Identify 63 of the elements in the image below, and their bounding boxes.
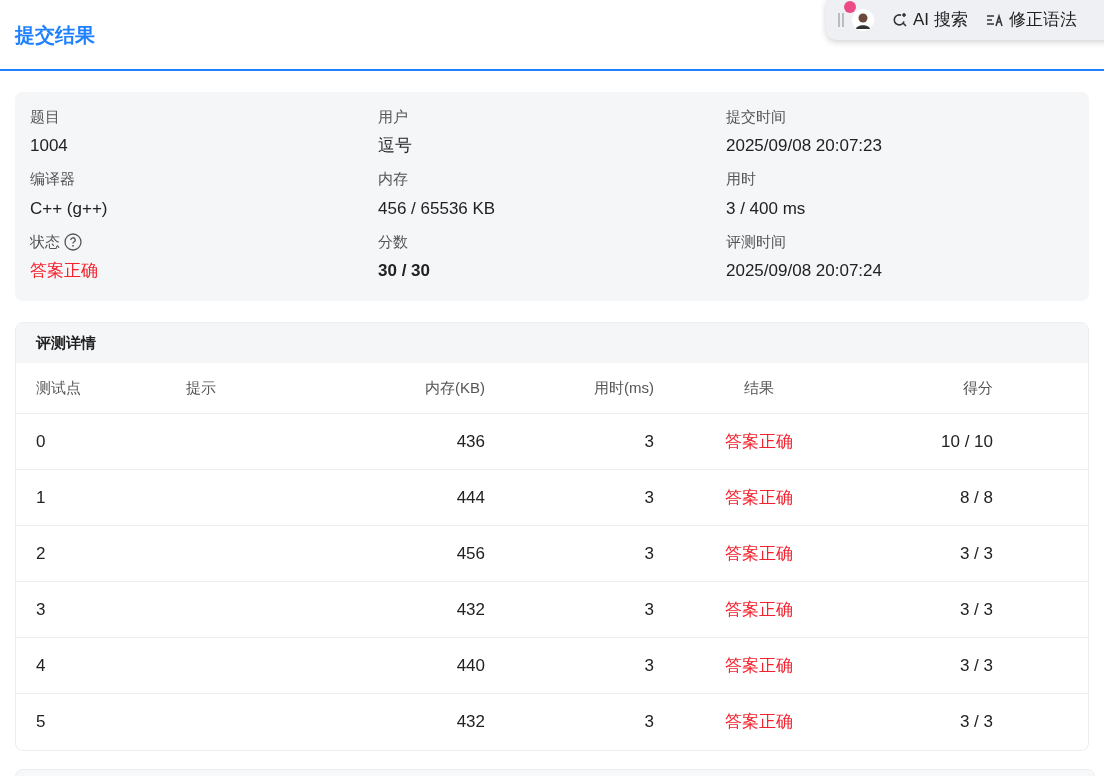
result-text: 答案正确 (725, 655, 793, 675)
table-cell: 3 / 3 (959, 543, 993, 563)
field-label: 分数 (378, 232, 408, 253)
column-header: 提示 (186, 379, 216, 396)
field-label: 状态 (30, 232, 60, 253)
field-label: 用时 (726, 169, 756, 190)
field-value: 2025/09/08 20:07:24 (726, 260, 883, 283)
table-cell: 432 (456, 599, 485, 619)
column-header: 得分 (963, 379, 993, 396)
result-text: 答案正确 (725, 431, 793, 451)
field-value: 答案正确 (30, 260, 99, 283)
result-text: 答案正确 (725, 712, 793, 732)
table-cell: 3 / 3 (959, 599, 993, 619)
table-cell: 3 / 3 (959, 655, 993, 675)
table-cell: 3 (644, 599, 654, 619)
field-value: 1004 (30, 135, 69, 157)
field-label: 提交时间 (726, 106, 786, 127)
column-header: 测试点 (36, 379, 81, 396)
section-title: 评测详情 (36, 332, 96, 353)
field-value: C++ (g++) (30, 197, 109, 220)
field-label: 内存 (378, 169, 408, 190)
text-format-icon (985, 13, 1004, 27)
table-cell: 3 / 3 (959, 712, 993, 732)
table-cell: 436 (456, 431, 485, 451)
field-value: 2025/09/08 20:07:23 (726, 135, 883, 157)
table-cell: 3 (36, 599, 46, 619)
table-cell: 3 (644, 543, 654, 563)
field-label: 题目 (30, 106, 60, 127)
table-cell: 10 / 10 (941, 431, 993, 451)
drag-handle-icon[interactable] (838, 12, 844, 28)
toolbar-button[interactable]: 修正语法 (985, 7, 1077, 33)
dialog-title: 提交结果 (15, 22, 95, 48)
column-header: 结果 (744, 379, 774, 396)
field-label: 编译器 (30, 169, 75, 190)
avatar-icon[interactable] (852, 9, 874, 31)
column-header: 内存(KB) (425, 379, 485, 396)
help-icon[interactable] (64, 233, 82, 252)
field-value: 30 / 30 (378, 260, 431, 283)
toolbar-button[interactable]: AI 搜索 (892, 7, 968, 33)
table-cell: 8 / 8 (959, 487, 993, 507)
result-text: 答案正确 (725, 599, 793, 619)
field-value: 3 / 400 ms (726, 197, 807, 220)
field-value: 逗号 (378, 135, 413, 157)
table-cell: 456 (456, 543, 485, 563)
table-cell: 3 (644, 487, 654, 507)
table-cell: 1 (36, 487, 46, 507)
field-label: 用户 (378, 106, 408, 127)
table-cell: 2 (36, 543, 46, 563)
result-text: 答案正确 (725, 487, 793, 507)
result-text: 答案正确 (725, 543, 793, 563)
table-cell: 444 (456, 487, 485, 507)
table-cell: 3 (644, 431, 654, 451)
table-cell: 5 (36, 712, 46, 732)
field-label: 评测时间 (726, 232, 786, 253)
table-cell: 440 (456, 655, 485, 675)
table-cell: 3 (644, 655, 654, 675)
field-value: 456 / 65536 KB (378, 197, 497, 220)
search-icon (892, 12, 908, 28)
table-cell: 432 (456, 712, 485, 732)
table-cell: 4 (36, 655, 46, 675)
table-cell: 3 (644, 712, 654, 732)
column-header: 用时(ms) (594, 379, 654, 396)
table-cell: 0 (36, 431, 46, 451)
